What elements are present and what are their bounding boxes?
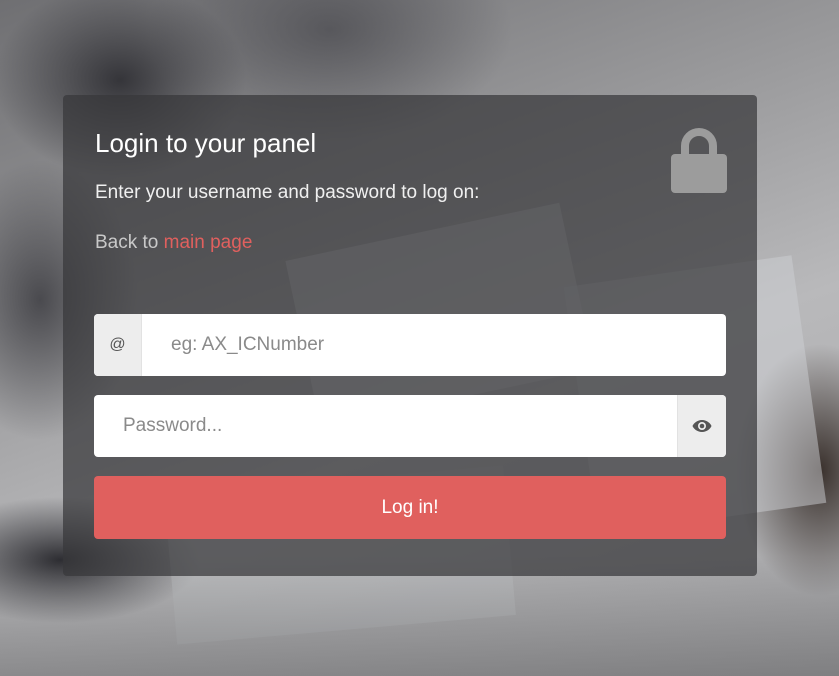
panel-subtitle: Enter your username and password to log …	[95, 182, 480, 203]
username-input[interactable]	[142, 314, 726, 376]
at-sign-addon: @	[94, 314, 142, 376]
show-password-toggle[interactable]	[677, 395, 726, 457]
password-field	[94, 395, 726, 457]
login-panel: Login to your panel Enter your username …	[63, 95, 757, 576]
back-prefix: Back to	[95, 232, 159, 253]
lock-icon	[671, 128, 727, 193]
eye-icon	[692, 420, 712, 432]
back-line: Back to main page	[95, 232, 252, 254]
password-input[interactable]	[94, 395, 677, 457]
login-button[interactable]: Log in!	[94, 476, 726, 539]
main-page-link[interactable]: main page	[164, 232, 253, 253]
panel-title: Login to your panel	[95, 128, 317, 158]
username-field: @	[94, 314, 726, 376]
